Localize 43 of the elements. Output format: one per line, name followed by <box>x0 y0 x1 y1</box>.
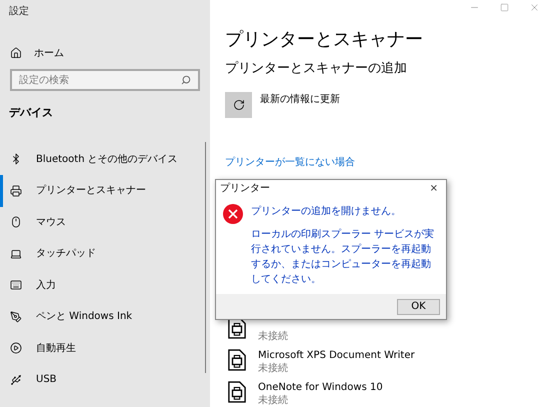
error-heading: プリンターの追加を開けません。 <box>251 204 402 219</box>
home-icon <box>10 47 22 59</box>
pen-icon <box>10 310 22 323</box>
section-title: プリンターとスキャナーの追加 <box>225 60 408 78</box>
close-icon[interactable] <box>529 2 540 12</box>
printer-icon <box>10 184 22 197</box>
play-icon <box>10 342 22 354</box>
refresh-icon <box>232 99 244 111</box>
maximize-icon[interactable] <box>500 2 509 12</box>
help-link[interactable]: プリンターが一覧にない場合 <box>225 155 355 170</box>
error-message: ローカルの印刷スプーラー サービスが実行されていません。スプーラーを再起動するか、またはコンピューターを再起動してください。 <box>251 228 436 287</box>
nav-item[interactable]: 自動再生 <box>0 332 210 364</box>
bluetooth-icon <box>10 153 22 166</box>
keyboard-icon <box>10 279 22 292</box>
page-title: プリンターとスキャナー <box>225 28 424 52</box>
error-icon <box>223 204 243 224</box>
home-link[interactable]: ホーム <box>0 45 210 61</box>
ok-button[interactable]: OK <box>397 298 440 314</box>
device-name: OneNote for Windows 10 <box>258 381 383 394</box>
search-icon <box>181 75 191 85</box>
device-status: 未接続 <box>258 362 289 375</box>
nav-item[interactable]: マウス <box>0 206 210 238</box>
device-status: 未接続 <box>258 394 289 407</box>
touchpad-icon <box>10 248 22 260</box>
nav-item[interactable]: USB <box>0 364 210 396</box>
nav-item[interactable]: Bluetooth とその他のデバイス <box>0 144 210 175</box>
nav-item[interactable]: 入力 <box>0 270 210 301</box>
usb-icon <box>10 374 22 386</box>
refresh-label: 最新の情報に更新 <box>260 92 340 107</box>
search-input[interactable]: 設定の検索 <box>19 72 181 88</box>
dialog-title: プリンター <box>220 182 270 196</box>
nav-item[interactable]: ペンと Windows Ink <box>0 301 210 332</box>
window-title: 設定 <box>8 4 30 19</box>
refresh-button[interactable] <box>225 92 252 118</box>
search-field[interactable]: 設定の検索 <box>10 69 200 91</box>
nav-item[interactable]: タッチパッド <box>0 238 210 270</box>
device-name: Microsoft XPS Document Writer <box>258 349 415 362</box>
section-heading: デバイス <box>8 105 54 121</box>
device-status: 未接続 <box>258 330 288 343</box>
document-printer-icon <box>228 381 246 403</box>
mouse-icon <box>10 216 22 228</box>
document-printer-icon <box>228 349 246 371</box>
dialog-close-button[interactable]: × <box>426 180 442 196</box>
